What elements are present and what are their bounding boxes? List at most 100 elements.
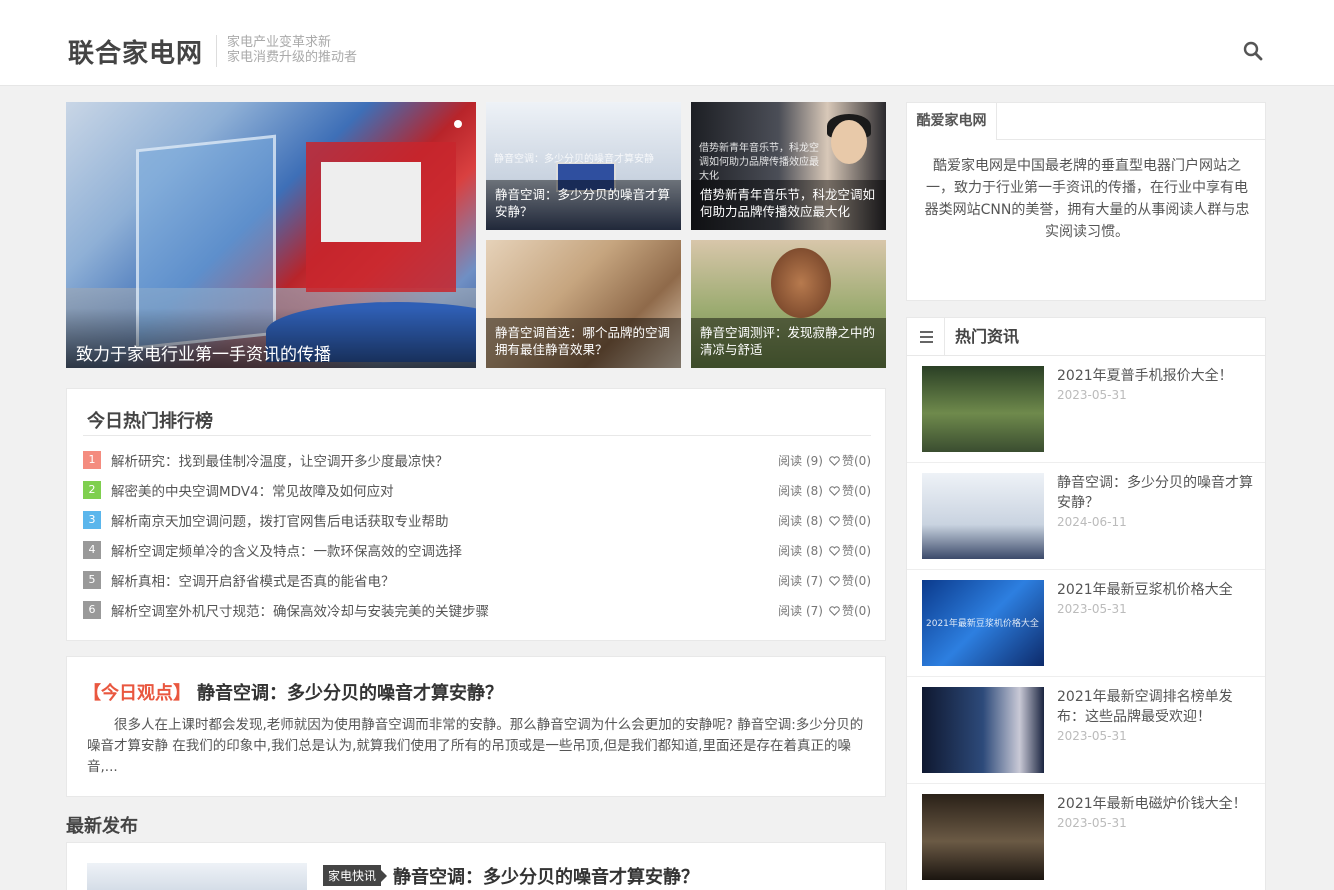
viewpoint-body: 很多人在上课时都会发现,老师就因为使用静音空调而非常的安静。那么静音空调为什么会… [87, 717, 864, 775]
hot-item-date: 2023-05-31 [1057, 816, 1127, 830]
thumb-image-text: 2021年最新豆浆机价格大全 [926, 619, 1039, 629]
rank-meta: 阅读 (7) 赞(0) [778, 572, 871, 589]
ranking-title: 今日热门排行榜 [87, 411, 213, 432]
rank-number: 1 [83, 451, 101, 469]
featured-tile-caption[interactable]: 静音空调首选：哪个品牌的空调拥有最佳静音效果？ [486, 318, 681, 368]
rank-meta: 阅读 (9) 赞(0) [778, 452, 871, 469]
about-widget: 酷爱家电网 酷爱家电网是中国最老牌的垂直型电器门户网站之一，致力于行业第一手资讯… [906, 102, 1266, 301]
read-count: 阅读 (7) [778, 604, 823, 618]
heart-icon[interactable] [829, 486, 840, 496]
read-count: 阅读 (8) [778, 514, 823, 528]
list-item[interactable]: 2021年最新电磁炉价钱大全！ 2023-05-31 [907, 784, 1265, 890]
read-count: 阅读 (7) [778, 574, 823, 588]
like-count[interactable]: 赞(0) [842, 544, 871, 558]
list-item[interactable]: 2021年夏普手机报价大全！ 2023-05-31 [907, 356, 1265, 463]
latest-section-title: 最新发布 [66, 816, 138, 837]
hot-news-header: 热门资讯 [907, 318, 1265, 356]
thumbnail[interactable] [922, 794, 1044, 880]
featured-tile-caption[interactable]: 静音空调测评：发现寂静之中的清凉与舒适 [691, 318, 886, 368]
rank-title-link[interactable]: 解析空调定频单冷的含义及特点：一款环保高效的空调选择 [111, 540, 462, 560]
rank-meta: 阅读 (8) 赞(0) [778, 542, 871, 559]
heart-icon[interactable] [829, 606, 840, 616]
hot-news-title: 热门资讯 [955, 327, 1020, 346]
read-count: 阅读 (9) [778, 454, 823, 468]
hot-ranking-widget: 今日热门排行榜 1 解析研究：找到最佳制冷温度，让空调开多少度最凉快？ 阅读 (9)… [66, 388, 886, 641]
featured-tile-3[interactable]: 静音空调首选：哪个品牌的空调拥有最佳静音效果？ [486, 240, 681, 368]
ranking-row[interactable]: 5 解析真相：空调开启舒省模式是否真的能省电？ 阅读 (7) 赞(0) [83, 565, 871, 595]
rank-title-link[interactable]: 解密美的中央空调MDV4：常见故障及如何应对 [111, 480, 394, 500]
rank-number: 5 [83, 571, 101, 589]
like-count[interactable]: 赞(0) [842, 484, 871, 498]
thumbnail[interactable] [87, 863, 307, 890]
thumbnail[interactable] [922, 473, 1044, 559]
hot-item-date: 2023-05-31 [1057, 388, 1127, 402]
rank-meta: 阅读 (8) 赞(0) [778, 482, 871, 499]
tagline-line-2: 家电消费升级的推动者 [227, 50, 358, 65]
rank-number: 4 [83, 541, 101, 559]
featured-tile-4[interactable]: 静音空调测评：发现寂静之中的清凉与舒适 [691, 240, 886, 368]
hot-item-title[interactable]: 静音空调：多少分贝的噪音才算安静？ [1057, 473, 1255, 513]
rank-title-link[interactable]: 解析南京天加空调问题，拨打官网售后电话获取专业帮助 [111, 510, 449, 530]
about-tab[interactable]: 酷爱家电网 [907, 103, 997, 140]
carousel-main-caption[interactable]: 致力于家电行业第一手资讯的传播 [66, 308, 476, 368]
like-count[interactable]: 赞(0) [842, 604, 871, 618]
rank-number: 3 [83, 511, 101, 529]
site-tagline: 家电产业变革求新 家电消费升级的推动者 [216, 35, 357, 67]
like-count[interactable]: 赞(0) [842, 574, 871, 588]
hot-item-title[interactable]: 2021年最新空调排名榜单发布：这些品牌最受欢迎！ [1057, 687, 1255, 727]
site-header: 联合家电网 家电产业变革求新 家电消费升级的推动者 [0, 0, 1334, 86]
list-item[interactable]: 静音空调：多少分贝的噪音才算安静？ 2024-06-11 [907, 463, 1265, 570]
carousel-main-slide[interactable]: 致力于家电行业第一手资讯的传播 [66, 102, 476, 368]
viewpoint-title[interactable]: 静音空调：多少分贝的噪音才算安静？ [197, 683, 503, 704]
hot-item-title[interactable]: 2021年夏普手机报价大全！ [1057, 366, 1255, 386]
ranking-row[interactable]: 4 解析空调定频单冷的含义及特点：一款环保高效的空调选择 阅读 (8) 赞(0) [83, 535, 871, 565]
hot-news-widget: 热门资讯 2021年夏普手机报价大全！ 2023-05-31 静音空调：多少分贝… [906, 317, 1266, 890]
latest-post-title[interactable]: 静音空调：多少分贝的噪音才算安静？ [393, 863, 699, 889]
heart-icon[interactable] [829, 516, 840, 526]
hot-item-title[interactable]: 2021年最新电磁炉价钱大全！ [1057, 794, 1255, 814]
like-count[interactable]: 赞(0) [842, 454, 871, 468]
ranking-row[interactable]: 6 解析空调室外机尺寸规范：确保高效冷却与安装完美的关键步骤 阅读 (7) 赞(0) [83, 595, 871, 625]
heart-icon[interactable] [829, 456, 840, 466]
thumbnail[interactable]: 2021年最新豆浆机价格大全 [922, 580, 1044, 666]
latest-post[interactable]: 家电快讯 静音空调：多少分贝的噪音才算安静？ [66, 842, 886, 890]
hot-item-date: 2023-05-31 [1057, 602, 1127, 616]
about-text: 酷爱家电网是中国最老牌的垂直型电器门户网站之一，致力于行业第一手资讯的传播，在行… [924, 158, 1250, 240]
tile-image-text: 借势新青年音乐节，科龙空调如何助力品牌传播效应最大化 [699, 143, 819, 182]
category-tag[interactable]: 家电快讯 [323, 865, 388, 886]
ranking-row[interactable]: 3 解析南京天加空调问题，拨打官网售后电话获取专业帮助 阅读 (8) 赞(0) [83, 505, 871, 535]
featured-tile-caption[interactable]: 静音空调：多少分贝的噪音才算安静？ [486, 180, 681, 230]
site-logo[interactable]: 联合家电网 [68, 33, 203, 70]
ranking-row[interactable]: 1 解析研究：找到最佳制冷温度，让空调开多少度最凉快？ 阅读 (9) 赞(0) [83, 445, 871, 475]
like-count[interactable]: 赞(0) [842, 514, 871, 528]
tagline-line-1: 家电产业变革求新 [227, 35, 332, 50]
hot-item-title[interactable]: 2021年最新豆浆机价格大全 [1057, 580, 1255, 600]
rank-title-link[interactable]: 解析研究：找到最佳制冷温度，让空调开多少度最凉快？ [111, 450, 449, 470]
viewpoint-tag: 【今日观点】 [83, 683, 191, 704]
list-item[interactable]: 2021年最新豆浆机价格大全 2021年最新豆浆机价格大全 2023-05-31 [907, 570, 1265, 677]
carousel-dot[interactable] [454, 120, 462, 128]
rank-number: 2 [83, 481, 101, 499]
featured-tile-2[interactable]: 借势新青年音乐节，科龙空调如何助力品牌传播效应最大化 借势新青年音乐节，科龙空调… [691, 102, 886, 230]
ranking-row[interactable]: 2 解密美的中央空调MDV4：常见故障及如何应对 阅读 (8) 赞(0) [83, 475, 871, 505]
hot-item-date: 2024-06-11 [1057, 515, 1127, 529]
rank-meta: 阅读 (7) 赞(0) [778, 602, 871, 619]
hot-item-date: 2023-05-31 [1057, 729, 1127, 743]
heart-icon[interactable] [829, 576, 840, 586]
thumbnail[interactable] [922, 366, 1044, 452]
rank-meta: 阅读 (8) 赞(0) [778, 512, 871, 529]
rank-title-link[interactable]: 解析空调室外机尺寸规范：确保高效冷却与安装完美的关键步骤 [111, 600, 489, 620]
tile-image-text: 静音空调：多少分贝的噪音才算安静 [494, 154, 654, 165]
read-count: 阅读 (8) [778, 544, 823, 558]
thumbnail[interactable] [922, 687, 1044, 773]
read-count: 阅读 (8) [778, 484, 823, 498]
today-viewpoint: 【今日观点】 静音空调：多少分贝的噪音才算安静？ 很多人在上课时都会发现,老师就因… [66, 656, 886, 797]
featured-tile-1[interactable]: 静音空调：多少分贝的噪音才算安静 静音空调：多少分贝的噪音才算安静？ [486, 102, 681, 230]
heart-icon[interactable] [829, 546, 840, 556]
featured-tile-caption[interactable]: 借势新青年音乐节，科龙空调如何助力品牌传播效应最大化 [691, 180, 886, 230]
rank-title-link[interactable]: 解析真相：空调开启舒省模式是否真的能省电？ [111, 570, 395, 590]
search-icon[interactable] [1243, 41, 1263, 61]
menu-icon [907, 318, 945, 356]
rank-number: 6 [83, 601, 101, 619]
list-item[interactable]: 2021年最新空调排名榜单发布：这些品牌最受欢迎！ 2023-05-31 [907, 677, 1265, 784]
